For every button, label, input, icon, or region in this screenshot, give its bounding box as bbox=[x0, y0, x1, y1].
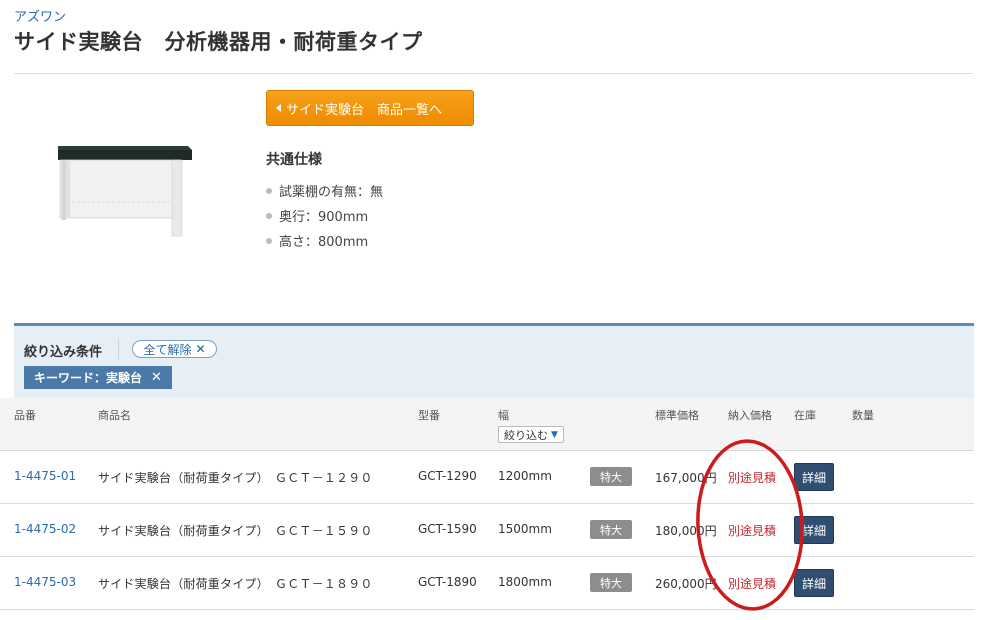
close-icon: ✕ bbox=[195, 342, 206, 356]
product-name: サイド実験台（耐荷重タイプ） ＧＣＴ－１５９０ bbox=[98, 524, 373, 538]
bullet-icon bbox=[266, 212, 272, 219]
keyword-filter-chip[interactable]: キーワード：実験台 ✕ bbox=[24, 366, 172, 389]
caret-down-icon: ▼ bbox=[551, 429, 558, 440]
table-row: 1-4475-02 サイド実験台（耐荷重タイプ） ＧＣＴ－１５９０ GCT-15… bbox=[0, 504, 974, 557]
bullet-icon bbox=[266, 187, 272, 194]
clear-all-label: 全て解除 bbox=[143, 342, 192, 357]
delivery-price-quote: 別途見積 bbox=[728, 524, 777, 538]
spec-heading: 共通仕様 bbox=[266, 152, 322, 168]
spec-item-text: 奥行：900mm bbox=[279, 210, 369, 225]
model-number: GCT-1590 bbox=[418, 522, 477, 536]
model-number: GCT-1890 bbox=[418, 575, 477, 589]
oversize-badge: 特大 bbox=[590, 573, 632, 592]
header-width: 幅 bbox=[498, 409, 509, 422]
bullet-icon bbox=[266, 237, 272, 244]
header-code: 品番 bbox=[14, 409, 36, 422]
width-value: 1800mm bbox=[498, 575, 552, 589]
oversize-badge: 特大 bbox=[590, 467, 632, 486]
brand-link[interactable]: アズワン bbox=[14, 6, 66, 25]
detail-button[interactable]: 詳細 bbox=[794, 569, 834, 597]
header-quantity: 数量 bbox=[852, 409, 874, 422]
spec-item-text: 試薬棚の有無：無 bbox=[279, 185, 384, 200]
width-narrow-dropdown[interactable]: 絞り込む ▼ bbox=[498, 426, 564, 443]
detail-button[interactable]: 詳細 bbox=[794, 463, 834, 491]
page-title: サイド実験台 分析機器用・耐荷重タイプ bbox=[14, 30, 423, 54]
header-model: 型番 bbox=[418, 409, 440, 422]
keyword-chip-label: キーワード：実験台 bbox=[34, 371, 143, 385]
product-code-link[interactable]: 1-4475-02 bbox=[14, 522, 76, 536]
filter-label: 絞り込み条件 bbox=[24, 345, 103, 360]
delivery-price-quote: 別途見積 bbox=[728, 577, 777, 591]
back-to-list-label: サイド実験台 商品一覧へ bbox=[286, 102, 443, 118]
delivery-price-quote: 別途見積 bbox=[728, 471, 777, 485]
list-price: 180,000円 bbox=[655, 524, 717, 538]
oversize-badge: 特大 bbox=[590, 520, 632, 539]
header-name: 商品名 bbox=[98, 409, 131, 422]
product-code-link[interactable]: 1-4475-03 bbox=[14, 575, 76, 589]
table-row: 1-4475-01 サイド実験台（耐荷重タイプ） ＧＣＴ－１２９０ GCT-12… bbox=[0, 451, 974, 504]
table-row: 1-4475-03 サイド実験台（耐荷重タイプ） ＧＣＴ－１８９０ GCT-18… bbox=[0, 557, 974, 610]
narrow-label: 絞り込む bbox=[504, 428, 548, 442]
spec-item: 試薬棚の有無：無 bbox=[266, 178, 383, 203]
table-header: 品番 商品名 型番 幅 絞り込む ▼ 標準価格 納入価格 在庫 数量 bbox=[0, 398, 974, 451]
spec-item: 高さ：800mm bbox=[266, 228, 383, 253]
list-price: 167,000円 bbox=[655, 471, 717, 485]
spec-item: 奥行：900mm bbox=[266, 203, 383, 228]
detail-button[interactable]: 詳細 bbox=[794, 516, 834, 544]
model-number: GCT-1290 bbox=[418, 469, 477, 483]
width-value: 1500mm bbox=[498, 522, 552, 536]
product-name: サイド実験台（耐荷重タイプ） ＧＣＴ－１２９０ bbox=[98, 471, 373, 485]
width-value: 1200mm bbox=[498, 469, 552, 483]
product-image bbox=[58, 146, 192, 237]
header-delivery-price: 納入価格 bbox=[728, 409, 772, 422]
title-divider bbox=[14, 73, 973, 74]
spec-item-text: 高さ：800mm bbox=[279, 235, 369, 250]
caret-left-icon bbox=[276, 104, 281, 112]
product-name: サイド実験台（耐荷重タイプ） ＧＣＴ－１８９０ bbox=[98, 577, 373, 591]
filter-separator bbox=[118, 339, 119, 359]
close-icon: ✕ bbox=[151, 370, 162, 385]
header-list-price: 標準価格 bbox=[655, 409, 699, 422]
back-to-list-button[interactable]: サイド実験台 商品一覧へ bbox=[266, 90, 474, 126]
header-stock: 在庫 bbox=[794, 409, 816, 422]
filter-bar: 絞り込み条件 全て解除 ✕ キーワード：実験台 ✕ bbox=[14, 323, 974, 398]
product-code-link[interactable]: 1-4475-01 bbox=[14, 469, 76, 483]
list-price: 260,000円 bbox=[655, 577, 717, 591]
clear-all-filters-button[interactable]: 全て解除 ✕ bbox=[132, 340, 217, 358]
spec-list: 試薬棚の有無：無 奥行：900mm 高さ：800mm bbox=[266, 178, 383, 253]
